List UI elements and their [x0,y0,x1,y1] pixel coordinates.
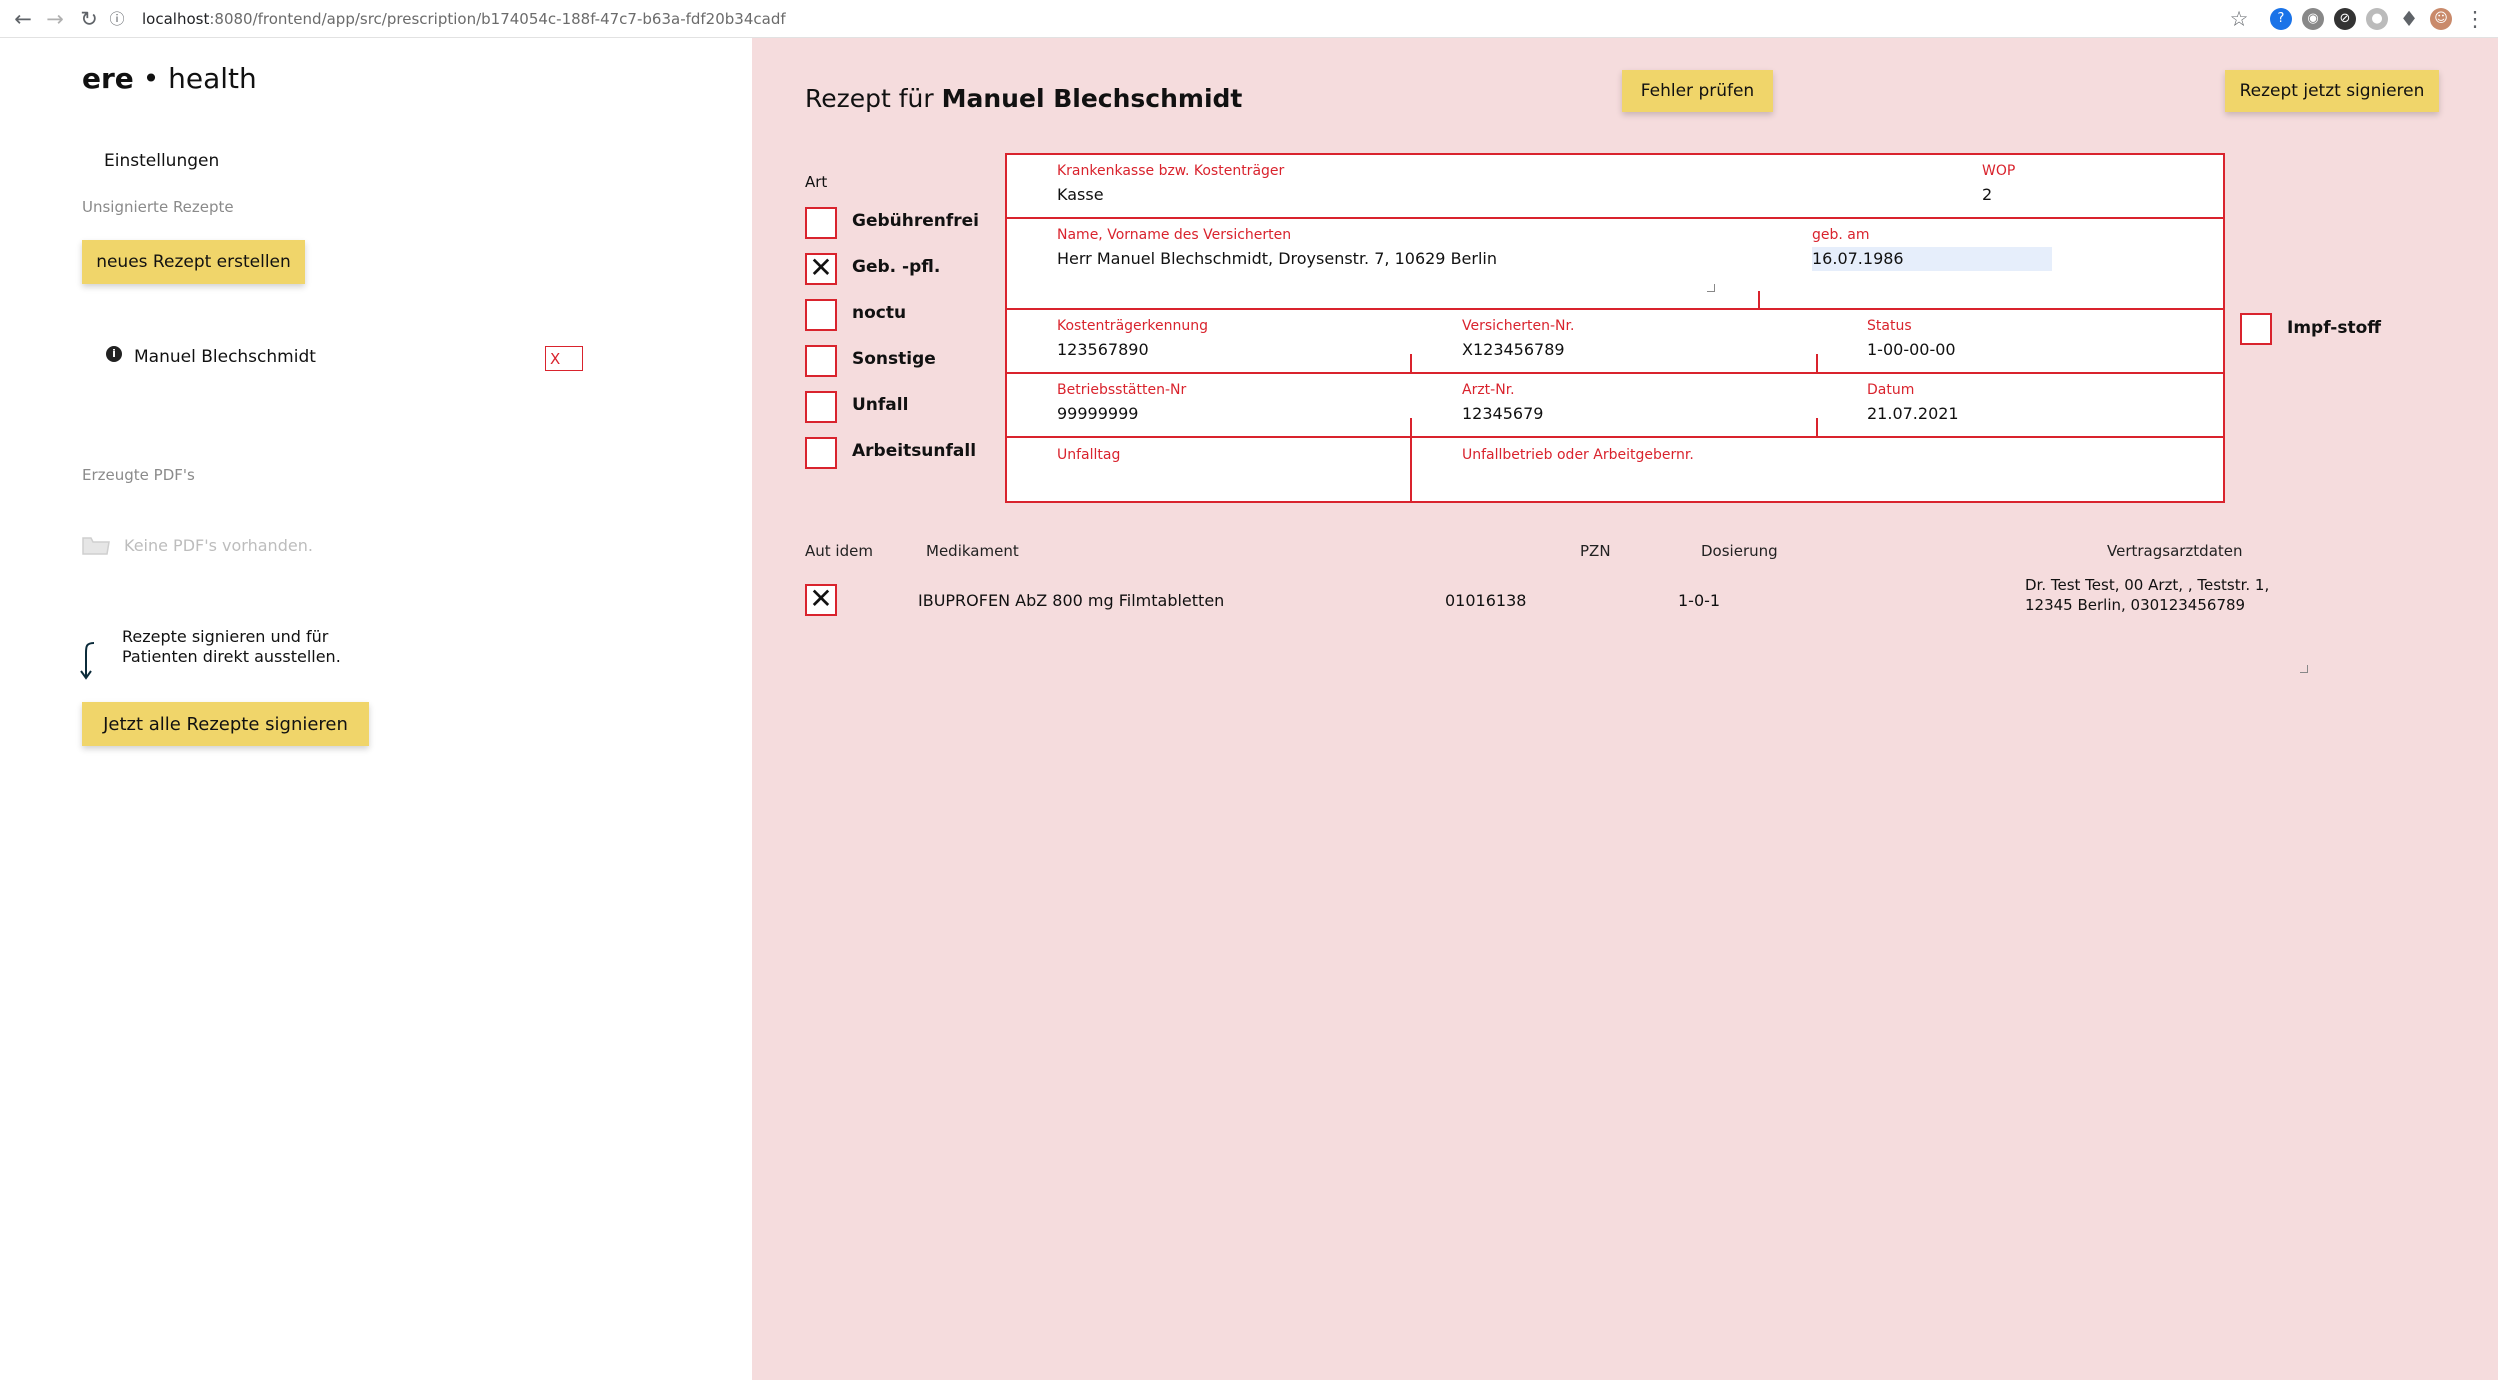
title-patient-name: Manuel Blechschmidt [941,84,1243,113]
resize-handle-icon[interactable] [1707,284,1715,292]
insured-number-label: Versicherten-Nr. [1462,318,1575,334]
accident-day-label: Unfalltag [1057,447,1121,463]
doctor-number-field[interactable]: 12345679 [1462,404,1543,423]
checkbox-impfstoff[interactable] [2240,313,2272,345]
logo-separator: • [142,62,160,95]
puzzle-extensions-icon[interactable]: ♦ [2396,6,2422,32]
prescription-form: Krankenkasse bzw. Kostenträger Kasse WOP… [1005,153,2225,503]
app-logo: ere • health [82,62,257,95]
prescription-list-item[interactable]: Manuel Blechschmidt [134,347,316,367]
col-header-aut-idem: Aut idem [805,542,873,560]
camera-extension-icon[interactable]: ◉ [2302,8,2324,30]
check-x-icon: ✕ [809,582,833,615]
checkbox-gebuehrenfrei[interactable] [805,207,837,239]
medication-pzn[interactable]: 01016138 [1445,591,1526,610]
doctor-data-line2[interactable]: 12345 Berlin, 030123456789 [2025,596,2245,614]
payer-id-label: Kostenträgerkennung [1057,318,1208,334]
aut-idem-checkbox[interactable]: ✕ [805,584,837,616]
checkbox-label-impfstoff: Impf-stoff [2287,318,2382,338]
resize-handle-icon[interactable] [2300,665,2308,673]
medication-dosage[interactable]: 1-0-1 [1678,591,1720,610]
bookmark-star-icon[interactable]: ☆ [2226,6,2252,32]
checkbox-label-unfall: Unfall [852,395,909,415]
checkbox-label-arbeitsunfall: Arbeitsunfall [852,441,977,461]
site-number-label: Betriebsstätten-Nr [1057,382,1187,398]
menu-kebab-icon[interactable]: ⋮ [2462,6,2488,32]
medication-name[interactable]: IBUPROFEN AbZ 800 mg Filmtabletten [918,591,1224,610]
check-x-icon: ✕ [809,251,833,284]
doctor-data-line1[interactable]: Dr. Test Test, 00 Arzt, , Teststr. 1, [2025,576,2269,594]
logo-health: health [168,62,257,95]
url-path: :8080/frontend/app/src/prescription/b174… [209,10,786,28]
no-pdfs-text: Keine PDF's vorhanden. [124,536,313,555]
checkbox-label-gebuehrenfrei: Gebührenfrei [852,211,980,231]
page-title: Rezept für Manuel Blechschmidt [805,84,1242,113]
insured-name-label: Name, Vorname des Versicherten [1057,227,1292,243]
doctor-number-label: Arzt-Nr. [1462,382,1515,398]
checkbox-geb-pfl[interactable]: ✕ [805,253,837,285]
checkbox-label-noctu: noctu [852,303,907,323]
profile-avatar[interactable]: ☺ [2430,8,2452,30]
checkbox-noctu[interactable] [805,299,837,331]
address-bar[interactable]: localhost:8080/frontend/app/src/prescrip… [142,6,786,32]
checkbox-sonstige[interactable] [805,345,837,377]
sign-hint-line1: Rezepte signieren und für [122,627,329,646]
help-extension-icon[interactable]: ? [2270,8,2292,30]
forward-icon[interactable]: → [42,6,68,32]
dob-label: geb. am [1812,227,1870,243]
new-prescription-button[interactable]: neues Rezept erstellen [82,240,305,284]
sign-prescription-button[interactable]: Rezept jetzt signieren [2225,70,2439,112]
art-heading: Art [805,173,828,191]
title-prefix: Rezept für [805,84,934,113]
back-icon[interactable]: ← [10,6,36,32]
unsigned-prescriptions-heading: Unsignierte Rezepte [82,198,234,216]
checkbox-unfall[interactable] [805,391,837,423]
status-label: Status [1867,318,1912,334]
circle-extension-icon[interactable]: ● [2366,8,2388,30]
reload-icon[interactable]: ↻ [76,6,102,32]
status-field[interactable]: 1-00-00-00 [1867,340,1956,359]
accident-employer-label: Unfallbetrieb oder Arbeitgebernr. [1462,447,1694,463]
checkbox-label-geb-pfl: Geb. -pfl. [852,257,941,277]
payer-id-field[interactable]: 123567890 [1057,340,1149,359]
col-header-medication: Medikament [926,542,1019,560]
insurer-field[interactable]: Kasse [1057,185,1104,204]
sign-all-prescriptions-button[interactable]: Jetzt alle Rezepte signieren [82,702,369,746]
site-number-field[interactable]: 99999999 [1057,404,1138,423]
delete-prescription-button[interactable]: X [545,346,583,371]
logo-ere: ere [82,62,134,95]
col-header-doctor-data: Vertragsarztdaten [2107,542,2243,560]
check-errors-button[interactable]: Fehler prüfen [1622,70,1773,112]
site-info-icon[interactable]: ⓘ [104,6,130,32]
block-extension-icon[interactable]: ⊘ [2334,8,2356,30]
settings-link[interactable]: Einstellungen [104,151,219,171]
date-field[interactable]: 21.07.2021 [1867,404,1959,423]
info-icon: i [106,346,122,362]
arrow-down-icon [80,642,95,680]
checkbox-label-sonstige: Sonstige [852,349,936,369]
dob-field[interactable]: 16.07.1986 [1812,247,2052,271]
date-label: Datum [1867,382,1915,398]
generated-pdfs-heading: Erzeugte PDF's [82,466,195,484]
wop-field[interactable]: 2 [1982,185,1992,204]
folder-icon [82,537,110,555]
url-host: localhost [142,10,210,28]
insurer-label: Krankenkasse bzw. Kostenträger [1057,163,1285,179]
checkbox-arbeitsunfall[interactable] [805,437,837,469]
insured-number-field[interactable]: X123456789 [1462,340,1565,359]
wop-label: WOP [1982,163,2016,179]
sign-hint-line2: Patienten direkt ausstellen. [122,647,341,666]
col-header-pzn: PZN [1580,542,1611,560]
insured-name-field[interactable]: Herr Manuel Blechschmidt, Droysenstr. 7,… [1057,249,1497,268]
browser-toolbar: ← → ↻ ⓘ localhost:8080/frontend/app/src/… [0,0,2498,38]
col-header-dosage: Dosierung [1701,542,1778,560]
